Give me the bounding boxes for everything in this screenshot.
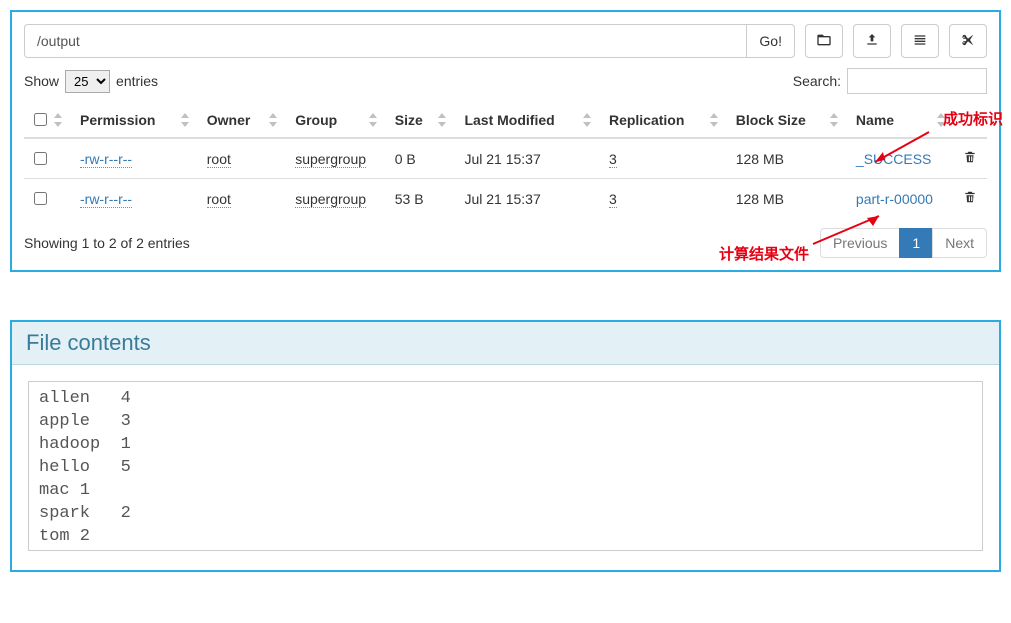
- top-toolbar: Go!: [24, 24, 987, 58]
- search-label: Search:: [793, 73, 841, 89]
- path-input-group: Go!: [24, 24, 795, 58]
- next-page-button[interactable]: Next: [932, 228, 987, 258]
- file-browser-panel: Go! Show 25 entri: [10, 10, 1001, 272]
- trash-icon: [963, 152, 977, 168]
- table-row: -rw-r--r-- root supergroup 0 B Jul 21 15…: [24, 138, 987, 179]
- page-size-control: Show 25 entries: [24, 70, 158, 93]
- sort-icon: [830, 113, 840, 127]
- owner-cell[interactable]: root: [207, 151, 231, 168]
- go-button[interactable]: Go!: [746, 24, 795, 58]
- modified-cell: Jul 21 15:37: [458, 138, 603, 179]
- replication-cell[interactable]: 3: [609, 191, 617, 208]
- table-controls: Show 25 entries Search:: [24, 68, 987, 94]
- replication-cell[interactable]: 3: [609, 151, 617, 168]
- show-label: Show: [24, 73, 59, 89]
- modified-cell: Jul 21 15:37: [458, 179, 603, 219]
- file-contents-textarea[interactable]: [28, 381, 983, 551]
- col-replication[interactable]: Replication: [609, 112, 684, 128]
- trash-icon: [963, 192, 977, 208]
- list-icon: [912, 32, 928, 51]
- table-row: -rw-r--r-- root supergroup 53 B Jul 21 1…: [24, 179, 987, 219]
- permission-cell[interactable]: -rw-r--r--: [80, 151, 132, 168]
- sort-icon: [438, 113, 448, 127]
- delete-button[interactable]: [963, 192, 977, 208]
- permission-cell[interactable]: -rw-r--r--: [80, 191, 132, 208]
- sort-icon: [54, 113, 64, 127]
- cut-button[interactable]: [949, 24, 987, 58]
- size-cell: 0 B: [389, 138, 459, 179]
- blocksize-cell: 128 MB: [730, 138, 850, 179]
- showing-info: Showing 1 to 2 of 2 entries: [24, 235, 190, 251]
- file-name-link[interactable]: part-r-00000: [856, 191, 933, 207]
- owner-cell[interactable]: root: [207, 191, 231, 208]
- size-cell: 53 B: [389, 179, 459, 219]
- search-control: Search:: [793, 68, 987, 94]
- col-modified[interactable]: Last Modified: [464, 112, 554, 128]
- list-button[interactable]: [901, 24, 939, 58]
- col-blocksize[interactable]: Block Size: [736, 112, 806, 128]
- file-table: Permission Owner Group Size Last Modifie…: [24, 102, 987, 218]
- folder-open-icon: [816, 32, 832, 51]
- sort-icon: [269, 113, 279, 127]
- open-folder-button[interactable]: [805, 24, 843, 58]
- sort-icon: [583, 113, 593, 127]
- sort-icon: [710, 113, 720, 127]
- upload-button[interactable]: [853, 24, 891, 58]
- sort-icon: [181, 113, 191, 127]
- scissors-icon: [960, 32, 976, 51]
- page-1-button[interactable]: 1: [899, 228, 933, 258]
- file-contents-header: File contents: [12, 322, 999, 365]
- entries-label: entries: [116, 73, 158, 89]
- col-size[interactable]: Size: [395, 112, 423, 128]
- row-checkbox[interactable]: [34, 152, 47, 165]
- sort-icon: [937, 113, 947, 127]
- pagination: Previous 1 Next: [821, 228, 987, 258]
- sort-icon: [369, 113, 379, 127]
- row-checkbox[interactable]: [34, 192, 47, 205]
- blocksize-cell: 128 MB: [730, 179, 850, 219]
- col-permission[interactable]: Permission: [80, 112, 155, 128]
- group-cell[interactable]: supergroup: [295, 151, 366, 168]
- file-contents-panel: File contents: [10, 320, 1001, 572]
- file-name-link[interactable]: _SUCCESS: [856, 151, 931, 167]
- search-input[interactable]: [847, 68, 987, 94]
- col-owner[interactable]: Owner: [207, 112, 251, 128]
- table-footer: Showing 1 to 2 of 2 entries Previous 1 N…: [24, 228, 987, 258]
- upload-icon: [864, 32, 880, 51]
- page-size-select[interactable]: 25: [65, 70, 110, 93]
- group-cell[interactable]: supergroup: [295, 191, 366, 208]
- col-group[interactable]: Group: [295, 112, 337, 128]
- prev-page-button[interactable]: Previous: [820, 228, 900, 258]
- delete-button[interactable]: [963, 152, 977, 168]
- path-input[interactable]: [24, 24, 746, 58]
- col-name[interactable]: Name: [856, 112, 894, 128]
- select-all-checkbox[interactable]: [34, 113, 47, 126]
